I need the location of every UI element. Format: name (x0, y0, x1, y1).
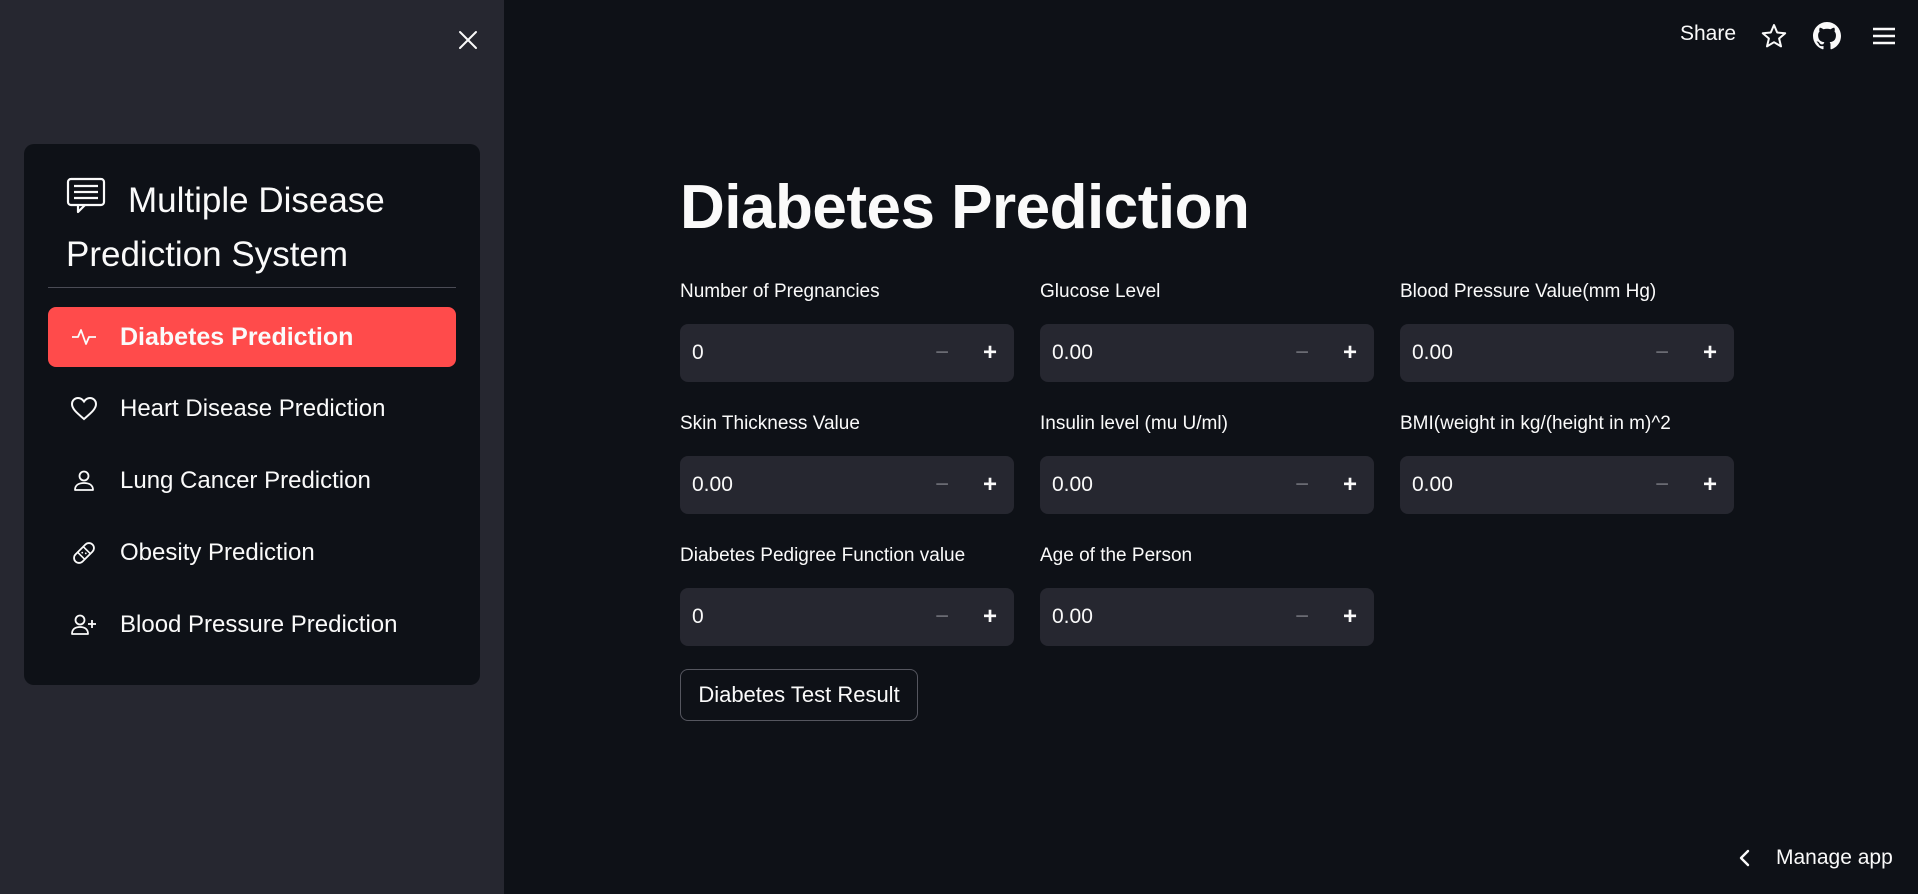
decrement-button[interactable]: − (918, 324, 966, 382)
increment-button[interactable]: + (1326, 588, 1374, 646)
glucose-input[interactable]: 0.00 (1040, 341, 1278, 365)
heart-icon (70, 395, 98, 423)
decrement-button[interactable]: − (1278, 324, 1326, 382)
number-input: 0.00 − + (1040, 324, 1374, 382)
close-icon (459, 31, 477, 49)
sidebar-item-blood-pressure[interactable]: Blood Pressure Prediction (48, 595, 456, 655)
field-label: Age of the Person (1040, 545, 1193, 566)
pregnancies-field: Number of Pregnancies 0 − + (680, 279, 1014, 382)
sidebar-item-label: Blood Pressure Prediction (120, 611, 398, 638)
field-label: Skin Thickness Value (680, 413, 860, 434)
hamburger-menu-icon (1873, 27, 1895, 45)
bandage-icon (70, 539, 98, 567)
star-icon (1761, 24, 1787, 48)
card-text-icon (66, 177, 106, 214)
number-input: 0.00 − + (1040, 456, 1374, 514)
sidebar-item-obesity[interactable]: Obesity Prediction (48, 523, 456, 583)
field-label: BMI(weight in kg/(height in m)^2 (1400, 413, 1671, 434)
option-menu: Multiple Disease Prediction System Diabe… (24, 144, 480, 685)
number-input: 0.00 − + (1040, 588, 1374, 646)
menu-header: Multiple Disease Prediction System (66, 174, 456, 282)
pedigree-function-field: Diabetes Pedigree Function value 0 − + (680, 543, 1014, 646)
sidebar-item-label: Heart Disease Prediction (120, 395, 386, 422)
decrement-button[interactable]: − (918, 588, 966, 646)
pregnancies-input[interactable]: 0 (680, 341, 918, 365)
age-field: Age of the Person 0.00 − + (1040, 543, 1374, 646)
field-label: Diabetes Pedigree Function value (680, 545, 966, 566)
sidebar-item-diabetes[interactable]: Diabetes Prediction (48, 307, 456, 367)
field-label: Number of Pregnancies (680, 281, 880, 302)
main-menu-button[interactable] (1867, 19, 1901, 53)
menu-title: Multiple Disease Prediction System (66, 181, 385, 274)
decrement-button[interactable]: − (1278, 456, 1326, 514)
decrement-button[interactable]: − (1278, 588, 1326, 646)
age-input[interactable]: 0.00 (1040, 605, 1278, 629)
decrement-button[interactable]: − (1638, 324, 1686, 382)
field-label: Blood Pressure Value(mm Hg) (1400, 281, 1657, 302)
number-input: 0.00 − + (1400, 456, 1734, 514)
manage-app-button[interactable]: Manage app (1732, 846, 1893, 870)
skin-thickness-input[interactable]: 0.00 (680, 473, 918, 497)
glucose-field: Glucose Level 0.00 − + (1040, 279, 1374, 382)
increment-button[interactable]: + (966, 456, 1014, 514)
diabetes-test-result-button[interactable]: Diabetes Test Result (680, 669, 918, 721)
sidebar-item-label: Diabetes Prediction (120, 322, 354, 351)
sidebar-item-heart-disease[interactable]: Heart Disease Prediction (48, 379, 456, 439)
increment-button[interactable]: + (1686, 324, 1734, 382)
share-button[interactable]: Share (1680, 22, 1736, 46)
increment-button[interactable]: + (1686, 456, 1734, 514)
pedigree-function-input[interactable]: 0 (680, 605, 918, 629)
sidebar-item-label: Lung Cancer Prediction (120, 467, 371, 494)
menu-divider (48, 287, 456, 288)
insulin-input[interactable]: 0.00 (1040, 473, 1278, 497)
blood-pressure-input[interactable]: 0.00 (1400, 341, 1638, 365)
page-title: Diabetes Prediction (680, 173, 1250, 242)
insulin-field: Insulin level (mu U/ml) 0.00 − + (1040, 411, 1374, 514)
close-sidebar-button[interactable] (450, 22, 486, 58)
manage-app-label: Manage app (1776, 846, 1893, 869)
field-label: Insulin level (mu U/ml) (1040, 413, 1228, 434)
skin-thickness-field: Skin Thickness Value 0.00 − + (680, 411, 1014, 514)
sidebar-item-label: Obesity Prediction (120, 539, 315, 566)
increment-button[interactable]: + (1326, 456, 1374, 514)
github-icon (1813, 22, 1841, 50)
sidebar: Multiple Disease Prediction System Diabe… (0, 0, 504, 894)
decrement-button[interactable]: − (918, 456, 966, 514)
increment-button[interactable]: + (1326, 324, 1374, 382)
star-button[interactable] (1757, 19, 1791, 53)
bmi-input[interactable]: 0.00 (1400, 473, 1638, 497)
field-label: Glucose Level (1040, 281, 1161, 302)
increment-button[interactable]: + (966, 588, 1014, 646)
person-plus-icon (70, 611, 98, 639)
increment-button[interactable]: + (966, 324, 1014, 382)
sidebar-item-lung-cancer[interactable]: Lung Cancer Prediction (48, 451, 456, 511)
activity-icon (70, 323, 98, 351)
github-button[interactable] (1810, 19, 1844, 53)
number-input: 0.00 − + (1400, 324, 1734, 382)
number-input: 0 − + (680, 324, 1014, 382)
bmi-field: BMI(weight in kg/(height in m)^2 0.00 − … (1400, 411, 1734, 514)
person-icon (70, 467, 98, 495)
chevron-left-icon (1732, 846, 1756, 870)
blood-pressure-field: Blood Pressure Value(mm Hg) 0.00 − + (1400, 279, 1734, 382)
decrement-button[interactable]: − (1638, 456, 1686, 514)
number-input: 0.00 − + (680, 456, 1014, 514)
number-input: 0 − + (680, 588, 1014, 646)
